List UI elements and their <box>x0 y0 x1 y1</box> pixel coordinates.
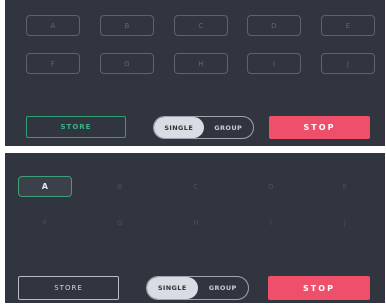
stop-button[interactable]: STOP <box>268 276 370 300</box>
pad-e[interactable]: E <box>318 176 372 197</box>
scene-panel-bottom: A B C D E F G H I J STORE SINGLE GROUP S… <box>5 153 385 303</box>
pad-j[interactable]: J <box>321 53 375 74</box>
single-group-toggle[interactable]: SINGLE GROUP <box>146 276 249 300</box>
toggle-single-option[interactable]: SINGLE <box>154 117 204 138</box>
toggle-group-option[interactable]: GROUP <box>204 117 254 138</box>
store-button[interactable]: STORE <box>26 116 126 138</box>
pad-f[interactable]: F <box>18 212 72 233</box>
pad-b[interactable]: B <box>100 15 154 36</box>
pad-j[interactable]: J <box>318 212 372 233</box>
pad-a[interactable]: A <box>26 15 80 36</box>
store-button[interactable]: STORE <box>18 276 119 300</box>
pad-a-active[interactable]: A <box>18 176 72 197</box>
scene-panel-top: A B C D E F G H I J STORE SINGLE GROUP S… <box>5 0 385 146</box>
pad-h[interactable]: H <box>169 212 223 233</box>
pad-g[interactable]: G <box>100 53 154 74</box>
pad-b[interactable]: B <box>93 176 147 197</box>
single-group-toggle[interactable]: SINGLE GROUP <box>153 116 254 139</box>
pad-c[interactable]: C <box>174 15 228 36</box>
pad-i[interactable]: I <box>244 212 298 233</box>
pad-g[interactable]: G <box>93 212 147 233</box>
toggle-group-option[interactable]: GROUP <box>198 277 249 299</box>
pad-c[interactable]: C <box>169 176 223 197</box>
pad-h[interactable]: H <box>174 53 228 74</box>
stop-button[interactable]: STOP <box>269 116 370 139</box>
pad-d[interactable]: D <box>247 15 301 36</box>
pad-d[interactable]: D <box>244 176 298 197</box>
pad-i[interactable]: I <box>247 53 301 74</box>
pad-f[interactable]: F <box>26 53 80 74</box>
toggle-single-option[interactable]: SINGLE <box>147 277 198 299</box>
pad-e[interactable]: E <box>321 15 375 36</box>
